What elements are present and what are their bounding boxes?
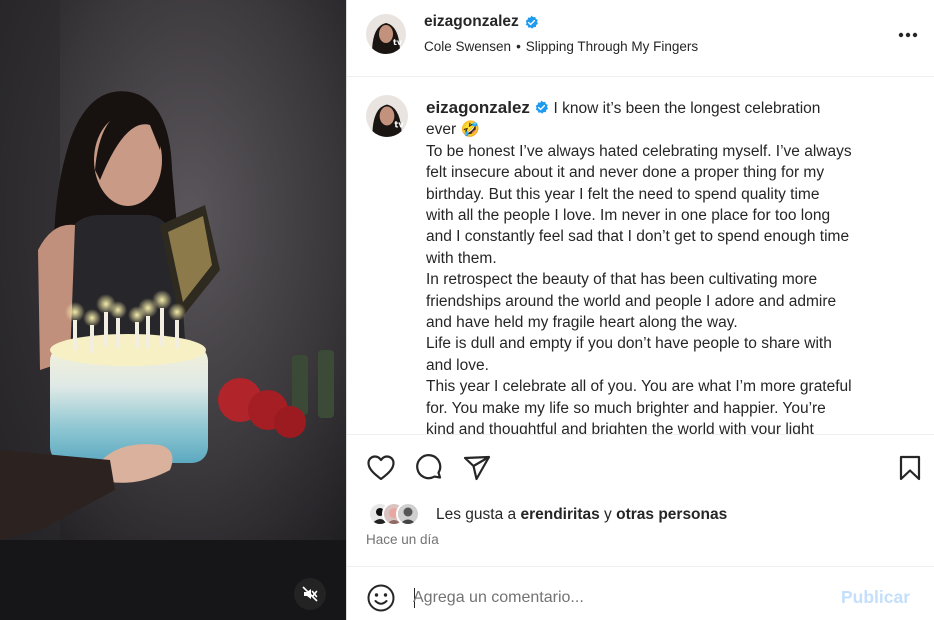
- save-button[interactable]: [895, 453, 925, 483]
- more-horizontal-icon: [898, 32, 918, 38]
- caption-line: and I constantly feel sad that I don’t g…: [426, 228, 850, 246]
- post-comment-button[interactable]: Publicar: [841, 587, 910, 608]
- caption-line: birthday. But this year I felt the need …: [426, 185, 820, 203]
- audio-separator: •: [516, 39, 521, 54]
- post-media-video[interactable]: [0, 0, 346, 620]
- author-avatar[interactable]: tv: [366, 14, 406, 54]
- more-options-button[interactable]: [895, 24, 921, 46]
- verified-badge-icon: [525, 15, 538, 29]
- comment-icon: [416, 454, 442, 480]
- emoji-picker-button[interactable]: [366, 583, 396, 613]
- likes-text[interactable]: Les gusta a erendiritas y otras personas: [436, 506, 727, 524]
- likes-others-link[interactable]: otras personas: [616, 506, 727, 523]
- caption-text: eizagonzalez I know it’s been the longes…: [426, 97, 920, 434]
- post-header: tv eizagonzalez Cole Swensen • Slipping Th…: [347, 0, 934, 77]
- audio-info[interactable]: Cole Swensen • Slipping Through My Fingers: [424, 39, 698, 54]
- caption-author-avatar[interactable]: tv: [366, 95, 408, 137]
- caption-username[interactable]: eizagonzalez: [426, 98, 530, 117]
- heart-icon: [367, 455, 395, 481]
- comment-button[interactable]: [414, 453, 444, 483]
- author-username[interactable]: eizagonzalez: [424, 13, 519, 31]
- avatar-image: tv: [366, 14, 406, 54]
- caption-line: with them.: [426, 249, 497, 267]
- liker-avatar: [396, 502, 420, 526]
- caption-line: kind and thoughtful and brighten the wor…: [426, 421, 814, 434]
- audio-track: Slipping Through My Fingers: [525, 39, 699, 54]
- caption-line: This year I celebrate all of you. You ar…: [426, 378, 852, 396]
- video-frame-image: [0, 0, 346, 620]
- comment-input[interactable]: [413, 585, 813, 611]
- share-button[interactable]: [462, 453, 492, 483]
- share-icon: [463, 455, 491, 481]
- caption-line: for. You make my life so much brighter a…: [426, 399, 826, 417]
- avatar-image: tv: [366, 95, 408, 137]
- post-timestamp[interactable]: Hace un día: [366, 532, 439, 547]
- bookmark-icon: [899, 455, 921, 481]
- likes-connector: y: [604, 506, 612, 523]
- caption-line: friendships around the world and people …: [426, 292, 837, 310]
- action-bar: [347, 434, 934, 500]
- caption-section[interactable]: tv eizagonzalez I know it’s been the lon…: [347, 78, 934, 434]
- svg-text:tv: tv: [394, 120, 404, 130]
- verified-badge-icon: [535, 100, 549, 114]
- caption-line: To be honest I’ve always hated celebrati…: [426, 142, 852, 160]
- caption-line: with all the people I love. Im never in …: [426, 207, 831, 225]
- caption-line: Life is dull and empty if you don’t have…: [426, 335, 832, 353]
- caption-line: and love.: [426, 356, 489, 374]
- post-side-panel: tv eizagonzalez Cole Swensen • Slipping Th…: [346, 0, 934, 620]
- caption-line: felt insecure about it and never done a …: [426, 164, 825, 182]
- audio-artist: Cole Swensen: [424, 39, 512, 54]
- emoji-icon: [367, 584, 395, 612]
- caption-line: I know it’s been the longest celebration: [553, 100, 821, 117]
- liker-avatars[interactable]: [368, 502, 432, 528]
- like-button[interactable]: [366, 453, 396, 483]
- comment-bar: Publicar: [347, 566, 934, 620]
- likes-section: Les gusta a erendiritas y otras personas…: [347, 500, 934, 560]
- svg-text:tv: tv: [393, 38, 403, 47]
- caption-line: and have held my fragile heart along the…: [426, 314, 738, 332]
- liker-username[interactable]: erendiritas: [520, 506, 599, 523]
- caption-line: ever 🤣: [426, 121, 480, 139]
- muted-speaker-icon: [302, 586, 318, 602]
- caption-line: In retrospect the beauty of that has bee…: [426, 271, 818, 289]
- likes-prefix: Les gusta a: [436, 506, 517, 523]
- mute-toggle-button[interactable]: [294, 578, 326, 610]
